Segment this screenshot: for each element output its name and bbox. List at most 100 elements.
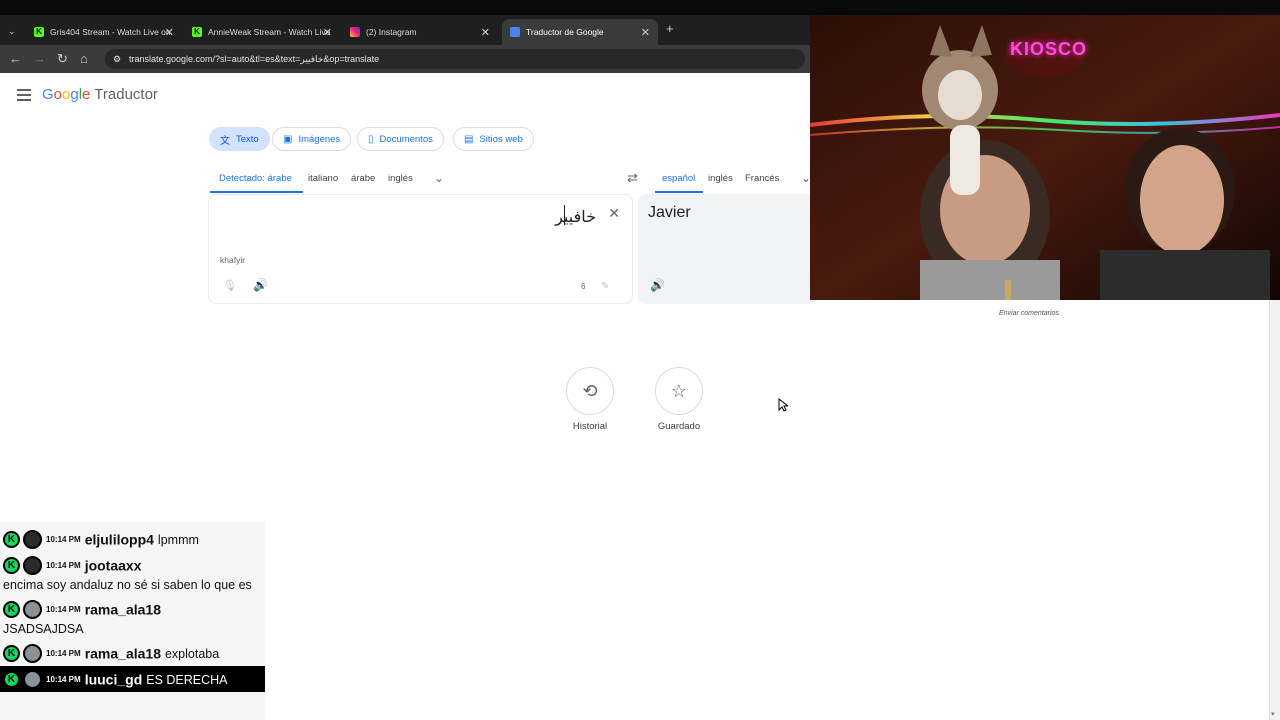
main-menu-icon[interactable] bbox=[17, 89, 31, 104]
chat-time: 10:14 PM bbox=[46, 534, 81, 544]
chat-message: K 10:14 PM luuci_gd ES DERECHA bbox=[0, 666, 265, 692]
transliteration: khafyir bbox=[220, 255, 246, 265]
url-field[interactable]: ⚙ translate.google.com/?sl=auto&tl=es&te… bbox=[105, 49, 805, 69]
avatar bbox=[23, 600, 42, 619]
target-lang-underline bbox=[655, 191, 703, 193]
listen-source-icon[interactable]: 🔊 bbox=[253, 278, 268, 292]
chat-message: K 10:14 PM eljulilopp4 lpmmm bbox=[0, 526, 265, 552]
close-icon[interactable]: ✕ bbox=[481, 26, 490, 39]
swap-languages-icon[interactable]: ⇄ bbox=[627, 170, 638, 186]
mouse-cursor-icon bbox=[778, 398, 788, 412]
send-feedback-link[interactable]: Enviar comentarios bbox=[999, 310, 1059, 317]
kick-badge-icon: K bbox=[3, 601, 20, 618]
new-tab-button[interactable]: + bbox=[666, 21, 674, 37]
mode-label: Imágenes bbox=[298, 133, 341, 145]
source-lang-detected[interactable]: Detectado: árabe bbox=[219, 173, 292, 184]
chat-time: 10:14 PM bbox=[46, 604, 81, 614]
mode-label: Texto bbox=[236, 133, 259, 145]
chat-username: luuci_gd bbox=[84, 671, 143, 688]
source-lang-italian[interactable]: italiano bbox=[308, 173, 338, 184]
chat-time: 10:14 PM bbox=[46, 560, 81, 570]
mode-images-button[interactable]: ▣ Imágenes bbox=[272, 127, 352, 151]
translate-icon: 文 bbox=[220, 135, 230, 147]
forward-icon[interactable]: → bbox=[33, 51, 46, 67]
target-lang-english[interactable]: inglés bbox=[708, 173, 733, 184]
saved-button[interactable]: ☆ bbox=[655, 367, 703, 415]
close-icon[interactable]: ✕ bbox=[641, 26, 650, 39]
source-text[interactable]: خافيير bbox=[555, 207, 596, 227]
home-icon[interactable]: ⌂ bbox=[80, 51, 88, 67]
mode-text-button[interactable]: 文 Texto bbox=[209, 127, 270, 151]
chat-text: JSADSAJDSA bbox=[3, 622, 84, 636]
listen-translation-icon[interactable]: 🔊 bbox=[650, 278, 665, 292]
microphone-icon[interactable]: 🎙 bbox=[223, 279, 237, 292]
translation-output: Javier 🔊 bbox=[638, 194, 818, 304]
kick-icon: K bbox=[192, 27, 202, 37]
chat-username: jootaaxx bbox=[84, 557, 142, 574]
google-translate-logo[interactable]: Google Traductor bbox=[42, 86, 158, 103]
chat-username: rama_ala18 bbox=[84, 645, 161, 662]
tab-annieweak[interactable]: K AnnieWeak Stream - Watch Live ✕ bbox=[184, 19, 340, 45]
handwriting-icon[interactable]: ✎ bbox=[601, 281, 609, 292]
close-icon[interactable]: ✕ bbox=[323, 26, 332, 39]
tab-strip: ⌄ K Gris404 Stream - Watch Live on ✕ K A… bbox=[0, 15, 810, 45]
avatar bbox=[23, 644, 42, 663]
address-bar-row: ← → ↻ ⌂ ⚙ translate.google.com/?sl=auto&… bbox=[0, 45, 810, 73]
kick-badge-icon: K bbox=[3, 557, 20, 574]
mode-label: Documentos bbox=[379, 133, 433, 145]
tab-google-translate[interactable]: Traductor de Google ✕ bbox=[502, 19, 658, 45]
source-lang-more-chevron-icon[interactable]: ⌄ bbox=[434, 171, 444, 185]
tab-search-chevron-icon[interactable]: ⌄ bbox=[8, 23, 16, 39]
close-icon[interactable]: ✕ bbox=[165, 26, 174, 39]
mode-documents-button[interactable]: ▯ Documentos bbox=[357, 127, 444, 151]
chat-username: eljulilopp4 bbox=[84, 531, 154, 548]
scroll-down-arrow-icon[interactable]: ▾ bbox=[1271, 710, 1275, 718]
source-lang-english[interactable]: inglés bbox=[388, 173, 413, 184]
tab-title: Traductor de Google bbox=[526, 27, 604, 37]
chat-time: 10:14 PM bbox=[46, 648, 81, 658]
tab-title: (2) Instagram bbox=[366, 27, 417, 37]
avatar bbox=[23, 670, 42, 689]
star-icon: ☆ bbox=[670, 380, 688, 401]
history-button[interactable]: ⟲ bbox=[566, 367, 614, 415]
text-caret bbox=[564, 205, 565, 225]
avatar bbox=[23, 556, 42, 575]
reload-icon[interactable]: ↻ bbox=[57, 51, 68, 67]
site-info-icon[interactable]: ⚙ bbox=[113, 49, 121, 69]
neon-sign: KIOSCO bbox=[1010, 39, 1088, 59]
google-translate-icon bbox=[510, 27, 520, 37]
kick-badge-icon: K bbox=[3, 671, 20, 688]
chat-text: encima soy andaluz no sé si saben lo que… bbox=[3, 578, 252, 592]
webcam-overlay: KIOSCO bbox=[810, 15, 1280, 300]
chat-message: K 10:14 PM rama_ala18 JSADSAJDSA bbox=[0, 596, 265, 640]
source-text-area[interactable]: خافيير ✕ khafyir 🎙 🔊 6 ✎ bbox=[208, 194, 633, 304]
kick-badge-icon: K bbox=[3, 645, 20, 662]
chat-text: lpmmm bbox=[157, 532, 199, 547]
kick-badge-icon: K bbox=[3, 531, 20, 548]
instagram-icon bbox=[350, 27, 360, 37]
target-lang-french[interactable]: Francés bbox=[745, 173, 779, 184]
character-count: 6 bbox=[581, 282, 586, 291]
clear-text-icon[interactable]: ✕ bbox=[608, 205, 620, 222]
tab-instagram[interactable]: (2) Instagram ✕ bbox=[342, 19, 498, 45]
back-icon[interactable]: ← bbox=[9, 51, 22, 67]
website-icon: ▤ bbox=[464, 133, 474, 145]
tab-gris404[interactable]: K Gris404 Stream - Watch Live on ✕ bbox=[26, 19, 182, 45]
logo-product: Traductor bbox=[94, 86, 158, 103]
history-icon: ⟲ bbox=[582, 380, 598, 401]
mode-websites-button[interactable]: ▤ Sitios web bbox=[453, 127, 534, 151]
tab-title: Gris404 Stream - Watch Live on bbox=[50, 27, 171, 37]
chat-time: 10:14 PM bbox=[46, 674, 81, 684]
document-icon: ▯ bbox=[368, 133, 374, 145]
source-lang-arabic[interactable]: árabe bbox=[351, 173, 375, 184]
saved-label: Guardado bbox=[657, 421, 701, 432]
chat-text: ES DERECHA bbox=[146, 672, 228, 687]
target-lang-spanish[interactable]: español bbox=[662, 173, 695, 184]
chat-overlay: K 10:14 PM eljulilopp4 lpmmm K 10:14 PM joota… bbox=[0, 522, 265, 720]
tab-title: AnnieWeak Stream - Watch Live bbox=[208, 27, 331, 37]
page-scrollbar[interactable]: ▾ bbox=[1269, 300, 1280, 720]
avatar bbox=[23, 530, 42, 549]
source-lang-underline bbox=[210, 191, 303, 193]
image-icon: ▣ bbox=[283, 133, 293, 145]
logo-google: Google bbox=[42, 86, 91, 103]
